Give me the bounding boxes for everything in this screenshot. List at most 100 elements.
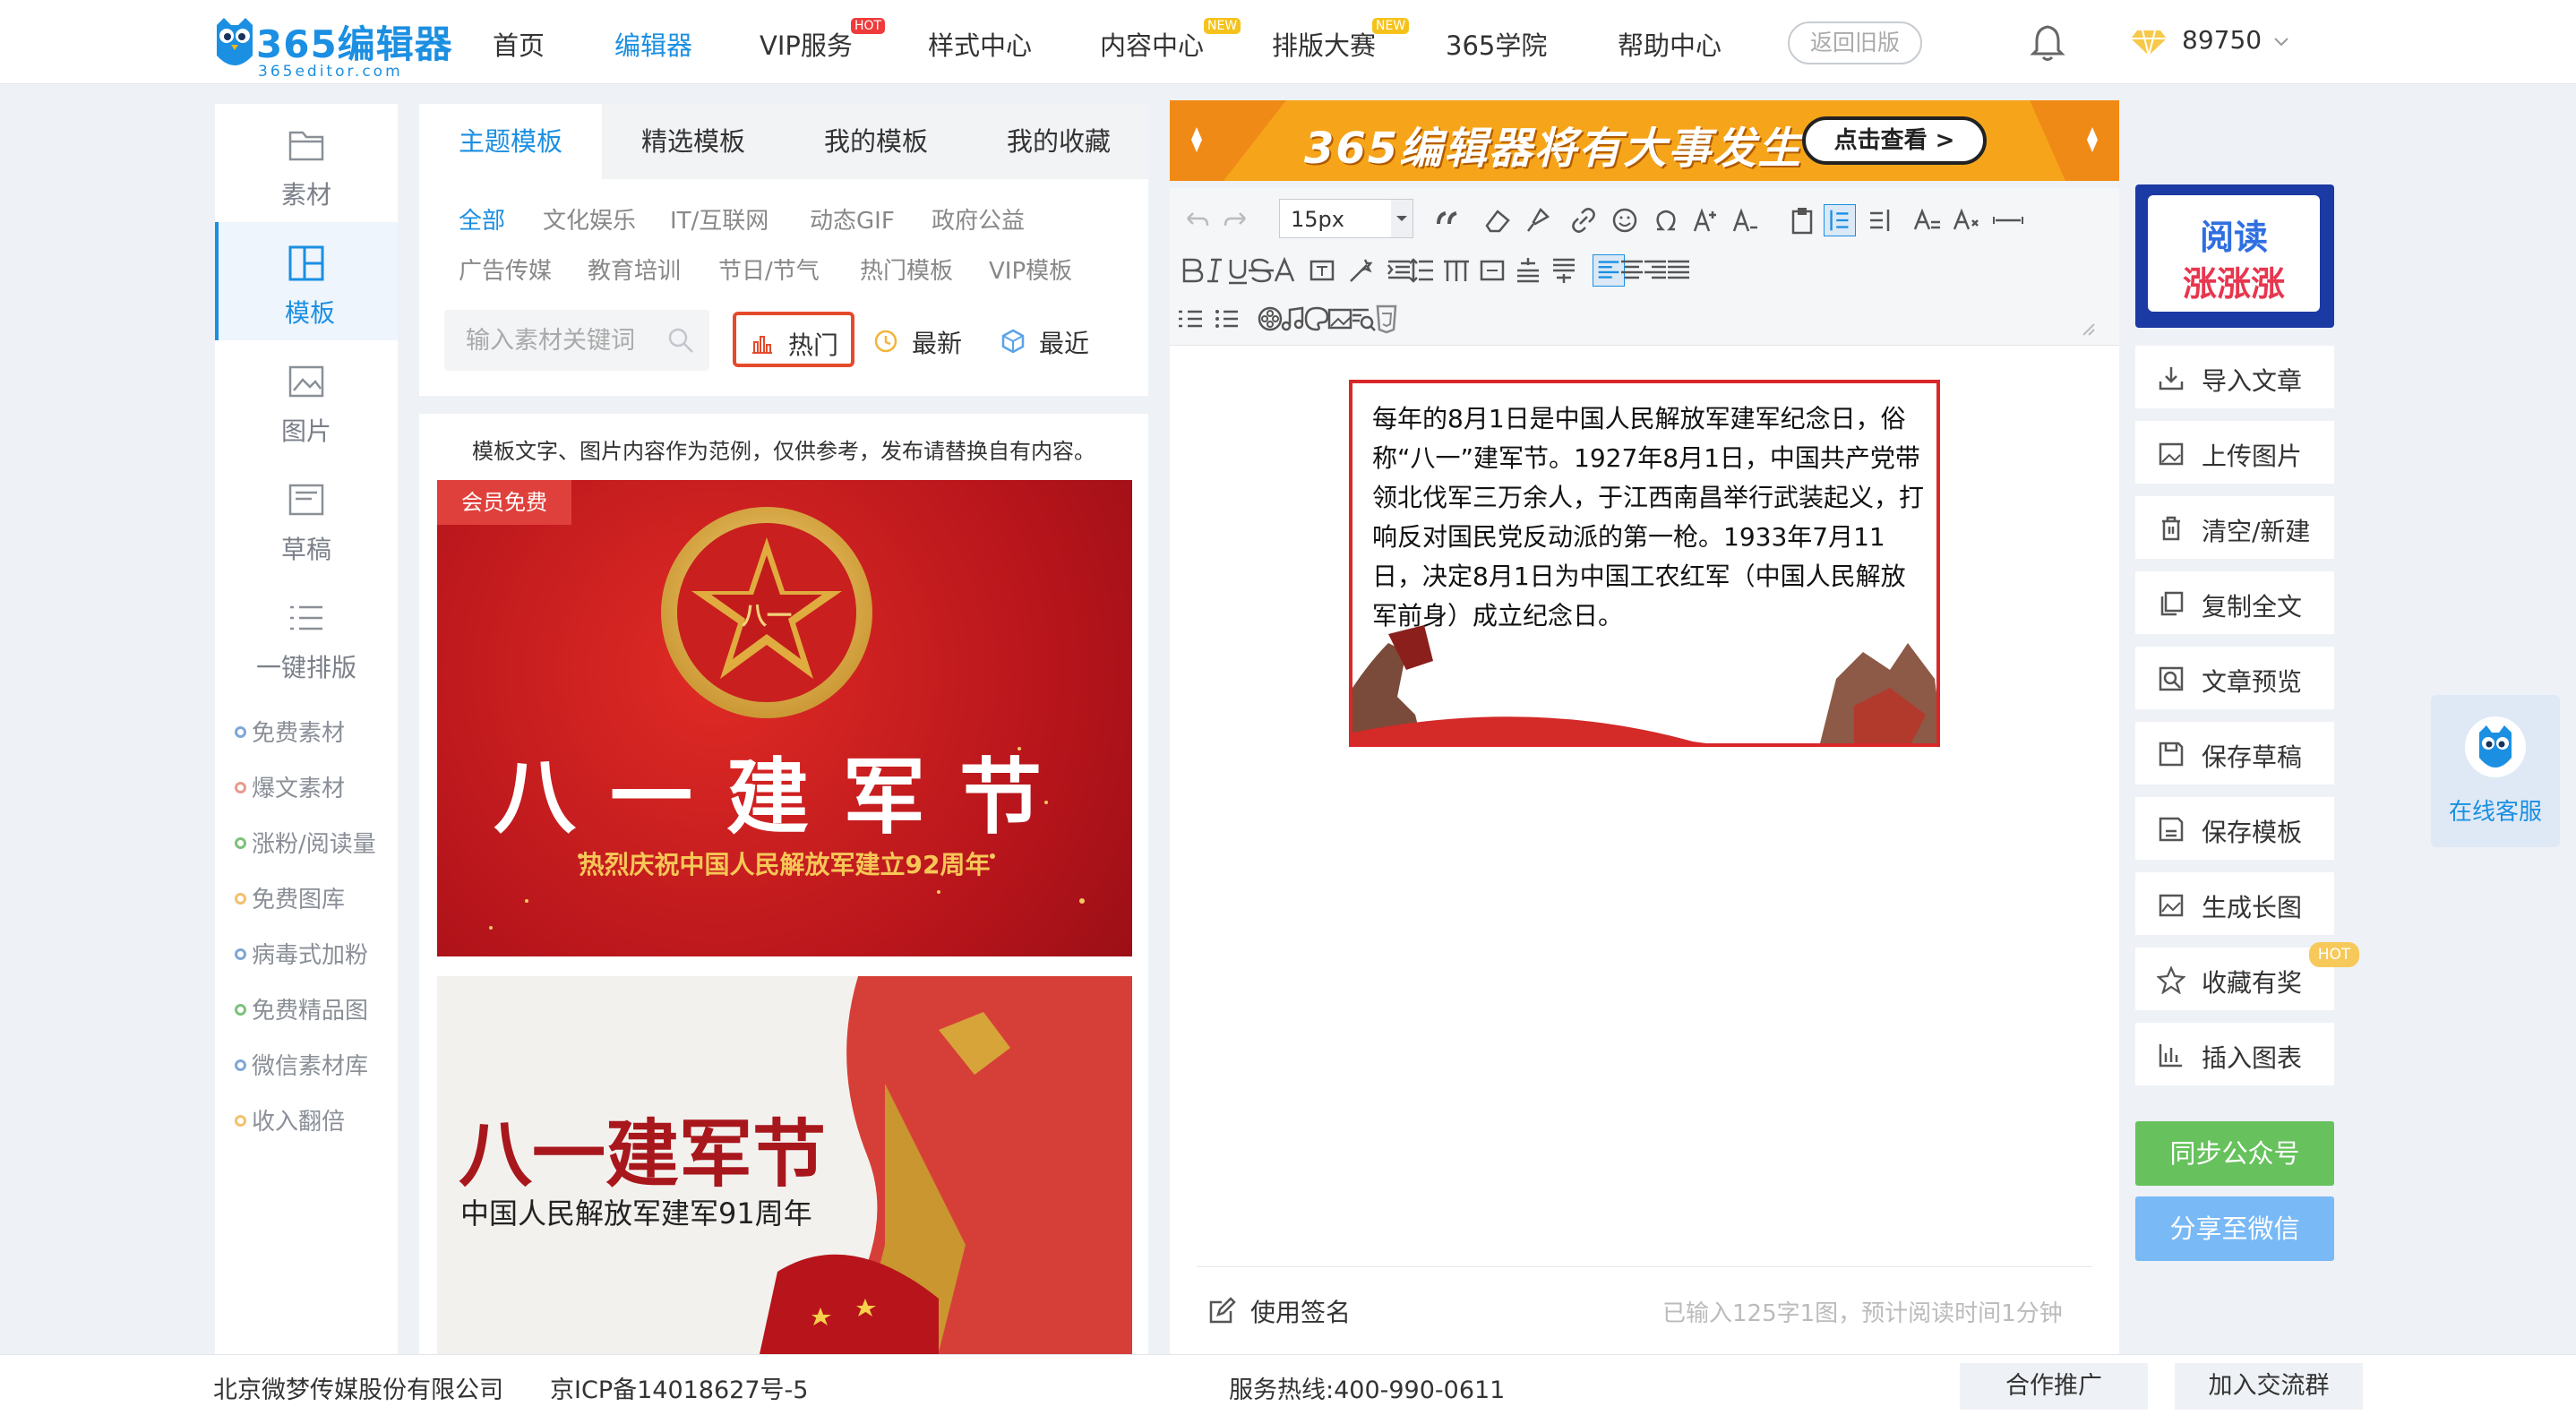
link-wechat-library[interactable]: 微信素材库 <box>235 1048 368 1081</box>
nav-content[interactable]: 内容中心 NEW <box>1100 18 1241 63</box>
category-advertising[interactable]: 广告传媒 <box>459 253 552 286</box>
nav-academy[interactable]: 365学院 <box>1446 25 1547 63</box>
page-margin-icon[interactable] <box>1476 254 1508 287</box>
preview-article-button[interactable]: 文章预览 <box>2135 647 2334 709</box>
tab-theme-templates[interactable]: 主题模板 <box>419 104 602 179</box>
edit-icon <box>1209 1297 1236 1324</box>
link-free-gallery[interactable]: 免费图库 <box>235 881 345 914</box>
eraser-icon[interactable] <box>1481 204 1514 236</box>
save-draft-button[interactable]: 保存草稿 <box>2135 722 2334 785</box>
align-justify-icon[interactable] <box>1662 254 1695 287</box>
save-template-button[interactable]: 保存模板 <box>2135 797 2334 860</box>
horizontal-rule-icon[interactable] <box>1992 204 2024 236</box>
chevron-down-icon[interactable] <box>2271 32 2291 52</box>
import-article-button[interactable]: 导入文章 <box>2135 346 2334 408</box>
template-card[interactable]: 会员免费 八一 八一建军节 热烈庆祝中国人民解放军建立92周年 <box>437 480 1132 956</box>
coin-balance[interactable]: 89750 <box>2182 25 2262 55</box>
link-free-material[interactable]: 免费素材 <box>235 715 345 748</box>
indent-right-icon[interactable] <box>1863 204 1895 236</box>
category-festival[interactable]: 节日/节气 <box>718 253 820 286</box>
owl-service-icon <box>2465 716 2526 777</box>
sync-wechat-button[interactable]: 同步公众号 <box>2135 1121 2334 1186</box>
font-size-decrease-icon[interactable] <box>1729 204 1761 236</box>
link-double-income[interactable]: 收入翻倍 <box>235 1103 345 1136</box>
share-wechat-button[interactable]: 分享至微信 <box>2135 1196 2334 1261</box>
category-all[interactable]: 全部 <box>459 202 505 236</box>
sidebar-item-auto-layout[interactable]: 一键排版 <box>215 577 398 695</box>
link-icon[interactable] <box>1567 204 1600 236</box>
favorite-reward-button[interactable]: 收藏有奖 <box>2135 948 2334 1010</box>
upload-image-button[interactable]: 上传图片 <box>2135 421 2334 484</box>
generate-long-image-button[interactable]: 生成长图 <box>2135 872 2334 935</box>
sidebar-item-template[interactable]: 模板 <box>215 222 398 340</box>
indent-left-icon[interactable] <box>1824 204 1856 236</box>
icp-license[interactable]: 京ICP备14018627号-5 <box>550 1370 808 1405</box>
tab-my-favorites[interactable]: 我的收藏 <box>967 104 1150 179</box>
sidebar-item-material[interactable]: 素材 <box>215 104 398 222</box>
bell-icon[interactable] <box>2030 23 2065 63</box>
text-style-icon[interactable] <box>1911 204 1944 236</box>
link-viral-material[interactable]: 爆文素材 <box>235 770 345 803</box>
partner-button[interactable]: 合作推广 <box>1960 1363 2148 1410</box>
sort-hot-button[interactable]: 热门 <box>733 312 854 367</box>
read-promo-banner[interactable]: 阅读 涨涨涨 <box>2135 184 2334 328</box>
nav-editor[interactable]: 编辑器 <box>614 25 692 63</box>
undo-icon[interactable] <box>1181 204 1213 236</box>
redo-icon[interactable] <box>1220 204 1252 236</box>
article-content-box[interactable]: 每年的8月1日是中国人民解放军建军纪念日，俗称“八一”建军节。1927年8月1日… <box>1349 380 1940 747</box>
font-color-icon[interactable] <box>1268 254 1301 287</box>
nav-help[interactable]: 帮助中心 <box>1618 25 1722 63</box>
clear-new-button[interactable]: 清空/新建 <box>2135 496 2334 559</box>
category-culture[interactable]: 文化娱乐 <box>543 202 636 236</box>
link-viral-followers[interactable]: 病毒式加粉 <box>235 937 368 970</box>
search-icon[interactable] <box>666 326 695 355</box>
paragraph-spacing-before-icon[interactable] <box>1512 254 1544 287</box>
copy-all-button[interactable]: 复制全文 <box>2135 571 2334 634</box>
template-card[interactable]: 八一建军节 中国人民解放军建军91周年 <box>437 976 1132 1354</box>
font-size-select[interactable]: 15px <box>1279 199 1413 238</box>
category-government[interactable]: 政府公益 <box>932 202 1025 236</box>
emoji-icon[interactable] <box>1609 204 1641 236</box>
nav-styles[interactable]: 样式中心 <box>928 25 1032 63</box>
announcement-banner[interactable]: 365编辑器将有大事发生 点击查看 > <box>1170 100 2119 181</box>
line-height-icon[interactable] <box>1406 254 1438 287</box>
insert-chart-button[interactable]: 插入图表 <box>2135 1023 2334 1085</box>
nav-contest[interactable]: 排版大赛 NEW <box>1272 18 1410 63</box>
tab-my-templates[interactable]: 我的模板 <box>785 104 967 179</box>
join-group-button[interactable]: 加入交流群 <box>2175 1363 2363 1410</box>
online-service-button[interactable]: 在线客服 <box>2431 695 2560 847</box>
paragraph-spacing-after-icon[interactable] <box>1548 254 1580 287</box>
text-box-icon[interactable] <box>1306 254 1338 287</box>
quote-icon[interactable] <box>1431 204 1464 236</box>
category-gif[interactable]: 动态GIF <box>810 202 895 236</box>
search-input[interactable] <box>466 310 672 371</box>
ordered-list-icon[interactable] <box>1175 303 1207 335</box>
unordered-list-icon[interactable] <box>1211 303 1243 335</box>
poster-title: 八一建军节 <box>493 750 1076 845</box>
link-free-premium-images[interactable]: 免费精品图 <box>235 992 368 1025</box>
category-it[interactable]: IT/互联网 <box>670 202 769 236</box>
old-version-button[interactable]: 返回旧版 <box>1788 21 1922 64</box>
article-text[interactable]: 每年的8月1日是中国人民解放军建军纪念日，俗称“八一”建军节。1927年8月1日… <box>1372 399 1928 636</box>
paste-icon[interactable] <box>1786 204 1818 236</box>
sidebar-item-image[interactable]: 图片 <box>215 340 398 459</box>
nav-home[interactable]: 首页 <box>493 25 545 63</box>
tab-selected-templates[interactable]: 精选模板 <box>602 104 785 179</box>
omega-icon[interactable] <box>1650 204 1682 236</box>
logo[interactable]: 365编辑器 365editor.com <box>211 13 452 81</box>
template-disclaimer: 模板文字、图片内容作为范例，仅供参考，发布请替换自有内容。 <box>472 439 1095 464</box>
category-popular[interactable]: 热门模板 <box>860 253 953 286</box>
html-icon[interactable] <box>1370 303 1403 335</box>
banner-view-button[interactable]: 点击查看 > <box>1802 116 1987 165</box>
nav-vip[interactable]: VIP服务 HOT <box>760 18 886 63</box>
format-brush-icon[interactable] <box>1521 204 1553 236</box>
link-followers[interactable]: 涨粉/阅读量 <box>235 826 376 859</box>
letter-spacing-icon[interactable] <box>1440 254 1473 287</box>
category-education[interactable]: 教育培训 <box>588 253 681 286</box>
text-format-icon[interactable] <box>1951 204 1983 236</box>
font-size-increase-icon[interactable] <box>1689 204 1722 236</box>
template-search <box>444 310 709 371</box>
magic-wand-icon[interactable] <box>1345 254 1378 287</box>
category-vip[interactable]: VIP模板 <box>989 253 1072 286</box>
sidebar-item-draft[interactable]: 草稿 <box>215 459 398 577</box>
